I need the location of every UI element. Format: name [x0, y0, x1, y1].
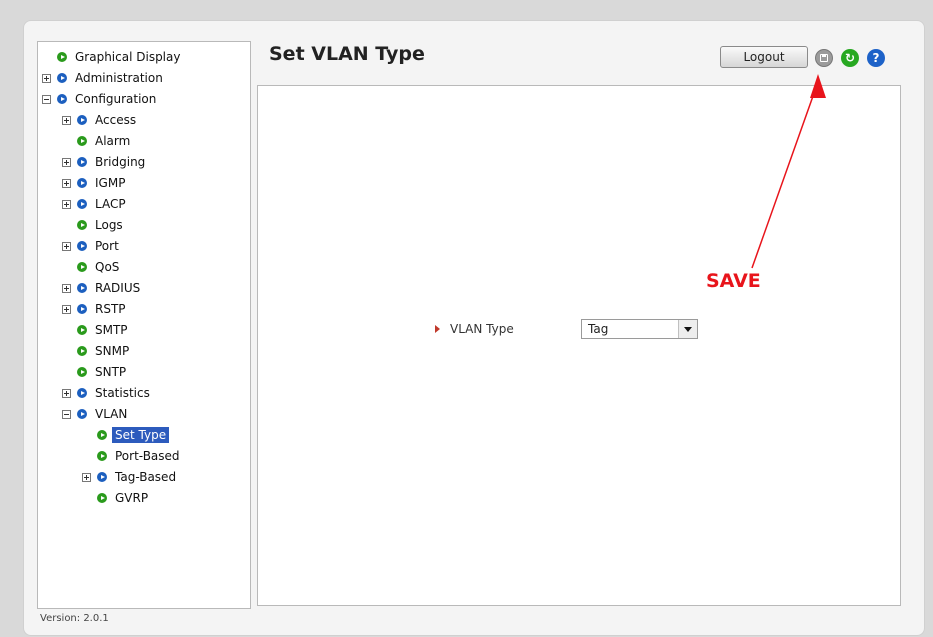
- tree-item-label: QoS: [95, 260, 120, 274]
- vlan-type-label: VLAN Type: [450, 322, 514, 336]
- tree-item-label: IGMP: [95, 176, 126, 190]
- expand-icon[interactable]: [62, 178, 71, 188]
- tree-item-label: LACP: [95, 197, 126, 211]
- tree-item-gvrp[interactable]: GVRP: [97, 488, 151, 508]
- expand-icon[interactable]: [42, 73, 51, 83]
- tree-item-label: Statistics: [95, 386, 150, 400]
- node-bullet-icon: [77, 325, 87, 335]
- save-annotation-text: SAVE: [706, 270, 761, 292]
- page-title: Set VLAN Type: [269, 43, 425, 65]
- collapse-icon[interactable]: [62, 409, 71, 419]
- node-bullet-icon: [97, 430, 107, 440]
- node-bullet-icon: [77, 283, 87, 293]
- tree-item-lacp[interactable]: LACP: [62, 194, 129, 214]
- node-bullet-icon: [77, 409, 87, 419]
- app-window: Graphical Display Administration Configura…: [23, 20, 925, 636]
- node-bullet-icon: [97, 451, 107, 461]
- floppy-icon: [820, 54, 828, 62]
- tree-item-configuration[interactable]: Configuration: [42, 89, 159, 109]
- node-bullet-icon: [77, 115, 87, 125]
- node-bullet-icon: [77, 304, 87, 314]
- refresh-icon[interactable]: ↻: [841, 49, 859, 67]
- node-bullet-icon: [77, 388, 87, 398]
- tree-item-label: Administration: [75, 71, 163, 85]
- tree-item-radius[interactable]: RADIUS: [62, 278, 143, 298]
- tree-item-label: Set Type: [112, 427, 170, 443]
- tree-item-label: Port-Based: [115, 449, 180, 463]
- node-bullet-icon: [77, 262, 87, 272]
- tree-item-snmp[interactable]: SNMP: [77, 341, 132, 361]
- tree-item-label: VLAN: [95, 407, 128, 421]
- node-bullet-icon: [57, 94, 67, 104]
- tree-item-rstp[interactable]: RSTP: [62, 299, 129, 319]
- tree-item-statistics[interactable]: Statistics: [62, 383, 153, 403]
- tree-item-label: Alarm: [95, 134, 131, 148]
- tree-item-graphical-display[interactable]: Graphical Display: [57, 47, 183, 67]
- node-bullet-icon: [77, 178, 87, 188]
- expand-icon[interactable]: [62, 283, 71, 293]
- tree-item-label: SNTP: [95, 365, 127, 379]
- node-bullet-icon: [57, 52, 67, 62]
- tree-item-label: Tag-Based: [115, 470, 177, 484]
- node-bullet-icon: [77, 199, 87, 209]
- vlan-type-select[interactable]: Tag: [581, 319, 698, 339]
- tree-item-sntp[interactable]: SNTP: [77, 362, 129, 382]
- tree-item-label: Access: [95, 113, 137, 127]
- node-bullet-icon: [77, 241, 87, 251]
- navigation-tree-panel[interactable]: Graphical Display Administration Configura…: [37, 41, 251, 609]
- tree-item-igmp[interactable]: IGMP: [62, 173, 128, 193]
- node-bullet-icon: [97, 472, 107, 482]
- expand-icon[interactable]: [62, 157, 71, 167]
- expand-icon[interactable]: [62, 199, 71, 209]
- tree-item-vlan[interactable]: VLAN: [62, 404, 130, 424]
- dropdown-arrow-icon[interactable]: [678, 320, 697, 338]
- node-bullet-icon: [77, 220, 87, 230]
- vlan-type-selected-value: Tag: [588, 322, 609, 336]
- tree-item-smtp[interactable]: SMTP: [77, 320, 131, 340]
- node-bullet-icon: [77, 346, 87, 356]
- help-icon[interactable]: ?: [867, 49, 885, 67]
- collapse-icon[interactable]: [42, 94, 51, 104]
- expand-icon[interactable]: [62, 241, 71, 251]
- tree-item-port-based[interactable]: Port-Based: [97, 446, 183, 466]
- node-bullet-icon: [57, 73, 67, 83]
- tree-item-tag-based[interactable]: Tag-Based: [82, 467, 179, 487]
- expand-icon[interactable]: [82, 472, 91, 482]
- version-label: Version: 2.0.1: [40, 613, 109, 624]
- tree-item-label: RADIUS: [95, 281, 141, 295]
- tree-item-label: Configuration: [75, 92, 157, 106]
- tree-item-label: RSTP: [95, 302, 126, 316]
- content-panel: VLAN Type Tag: [257, 85, 901, 606]
- tree-item-logs[interactable]: Logs: [77, 215, 126, 235]
- node-bullet-icon: [77, 136, 87, 146]
- tree-item-label: GVRP: [115, 491, 149, 505]
- tree-item-label: Bridging: [95, 155, 146, 169]
- tree-item-label: SNMP: [95, 344, 130, 358]
- vlan-type-field-label: VLAN Type: [435, 322, 514, 336]
- expand-icon[interactable]: [62, 115, 71, 125]
- tree-item-alarm[interactable]: Alarm: [77, 131, 133, 151]
- tree-item-set-type[interactable]: Set Type: [97, 425, 170, 445]
- tree-item-label: Graphical Display: [75, 50, 181, 64]
- tree-item-bridging[interactable]: Bridging: [62, 152, 148, 172]
- node-bullet-icon: [97, 493, 107, 503]
- bullet-triangle-icon: [435, 325, 440, 333]
- tree-item-qos[interactable]: QoS: [77, 257, 122, 277]
- tree-item-label: Logs: [95, 218, 123, 232]
- tree-item-label: Port: [95, 239, 119, 253]
- save-icon[interactable]: [815, 49, 833, 67]
- node-bullet-icon: [77, 157, 87, 167]
- expand-icon[interactable]: [62, 304, 71, 314]
- expand-icon[interactable]: [62, 388, 71, 398]
- tree-item-port[interactable]: Port: [62, 236, 122, 256]
- tree-item-access[interactable]: Access: [62, 110, 139, 130]
- tree-item-administration[interactable]: Administration: [42, 68, 166, 88]
- logout-button[interactable]: Logout: [720, 46, 808, 68]
- tree-item-label: SMTP: [95, 323, 128, 337]
- node-bullet-icon: [77, 367, 87, 377]
